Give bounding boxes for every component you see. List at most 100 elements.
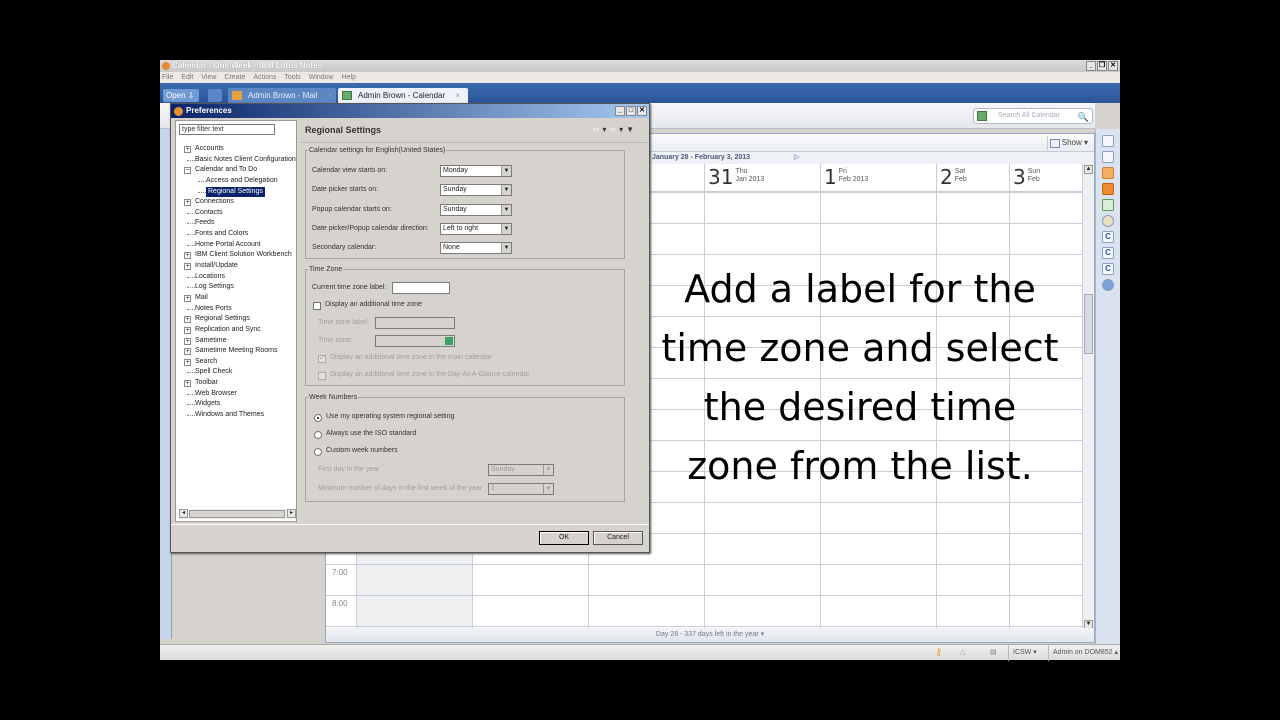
custom-week-radio[interactable]: [314, 448, 322, 456]
collapse-icon[interactable]: −: [184, 167, 191, 175]
view-menu-icon[interactable]: ▼: [626, 125, 637, 134]
chevron-down-icon[interactable]: ▼: [501, 185, 511, 195]
chevron-down-icon[interactable]: ▼: [501, 205, 511, 215]
date-picker-starts-select[interactable]: Sunday ▼: [440, 184, 512, 196]
menu-view[interactable]: View: [201, 72, 216, 83]
calendar-direction-select[interactable]: Left to right ▼: [440, 223, 512, 235]
disk-icon[interactable]: ▤: [990, 645, 997, 661]
calendar-footer[interactable]: Day 28 - 337 days left in the year ▾: [326, 628, 1094, 642]
chevron-down-icon[interactable]: ▼: [501, 224, 511, 234]
menu-window[interactable]: Window: [309, 72, 334, 83]
scroll-thumb[interactable]: [1084, 294, 1093, 354]
tree-item[interactable]: Locations: [176, 272, 297, 283]
tree-item[interactable]: Fonts and Colors: [176, 229, 297, 240]
tz-main-calendar-checkbox[interactable]: ✓: [318, 355, 326, 363]
expand-icon[interactable]: +: [184, 326, 191, 334]
sametime-icon[interactable]: [1102, 167, 1114, 179]
menu-edit[interactable]: Edit: [181, 72, 193, 83]
expand-icon[interactable]: +: [184, 380, 191, 388]
menu-help[interactable]: Help: [342, 72, 356, 83]
tree-item[interactable]: + IBM Client Solution Workbench: [176, 250, 297, 261]
location-selector[interactable]: ICSW ▾: [1008, 645, 1041, 661]
chevron-down-icon[interactable]: ▼: [543, 465, 553, 475]
expand-icon[interactable]: +: [184, 294, 191, 302]
page-icon[interactable]: [208, 89, 222, 102]
close-button[interactable]: ✕: [1108, 61, 1118, 71]
day-at-a-glance-icon[interactable]: [1102, 199, 1114, 211]
scroll-up-icon[interactable]: ▲: [1084, 165, 1093, 174]
expand-icon[interactable]: +: [184, 199, 191, 207]
tab-calendar[interactable]: Admin Brown - Calendar ×: [338, 88, 468, 103]
replication-icon[interactable]: △: [960, 645, 965, 661]
tree-item[interactable]: Notes Ports: [176, 304, 297, 315]
day-header[interactable]: 2 Sat Feb: [936, 164, 1009, 192]
maximize-button[interactable]: □: [626, 106, 636, 116]
connections-icon[interactable]: C: [1102, 247, 1114, 259]
tree-item[interactable]: Regional Settings: [176, 186, 297, 198]
filter-input[interactable]: type filter text: [179, 124, 275, 135]
feeds-icon[interactable]: [1102, 183, 1114, 195]
tree-item[interactable]: + Accounts: [176, 144, 297, 155]
tree-item[interactable]: + Mail: [176, 293, 297, 304]
expand-icon[interactable]: +: [184, 358, 191, 366]
tree-item[interactable]: + Sametime Meeting Rooms: [176, 346, 297, 357]
tree-item[interactable]: + Regional Settings: [176, 314, 297, 325]
tree-item[interactable]: Log Settings: [176, 282, 297, 293]
tree-item[interactable]: + Install/Update: [176, 261, 297, 272]
tree-item[interactable]: Widgets: [176, 399, 297, 410]
display-additional-tz-checkbox[interactable]: [313, 302, 321, 310]
tree-item[interactable]: + Connections: [176, 197, 297, 208]
calendar-scrollbar[interactable]: ▲ ▼: [1082, 164, 1094, 630]
tree-item[interactable]: Feeds: [176, 218, 297, 229]
close-tab-icon[interactable]: ×: [455, 91, 460, 100]
activities-icon[interactable]: [1102, 215, 1114, 227]
tree-item[interactable]: Spell Check: [176, 367, 297, 378]
secondary-calendar-select[interactable]: None ▼: [440, 242, 512, 254]
tree-item[interactable]: Contacts: [176, 208, 297, 219]
expand-icon[interactable]: +: [184, 263, 191, 271]
menu-actions[interactable]: Actions: [253, 72, 276, 83]
tree-item[interactable]: Home Portal Account: [176, 240, 297, 251]
page-navigation[interactable]: ⇦▾⇨▾▼: [593, 125, 637, 134]
key-icon[interactable]: ⚷: [935, 645, 942, 661]
chevron-down-icon[interactable]: ▼: [501, 166, 511, 176]
panel-icon[interactable]: [1102, 135, 1114, 147]
tree-item[interactable]: + Toolbar: [176, 378, 297, 389]
expand-icon[interactable]: +: [184, 316, 191, 324]
close-tab-icon[interactable]: ×: [328, 91, 333, 100]
calendar-view-starts-select[interactable]: Monday ▼: [440, 165, 512, 177]
minimize-button[interactable]: _: [615, 106, 625, 116]
popup-calendar-starts-select[interactable]: Sunday ▼: [440, 204, 512, 216]
tree-item[interactable]: − Calendar and To Do: [176, 165, 297, 176]
expand-icon[interactable]: +: [184, 252, 191, 260]
menu-file[interactable]: File: [162, 72, 173, 83]
close-button[interactable]: ✕: [637, 106, 647, 116]
tree-item[interactable]: Access and Delegation: [176, 176, 297, 187]
day-header[interactable]: 31 Thu Jan 2013: [704, 164, 820, 192]
globe-icon[interactable]: [1102, 279, 1114, 291]
tz-picker-icon[interactable]: [445, 337, 453, 345]
connections-icon[interactable]: C: [1102, 263, 1114, 275]
scroll-right-icon[interactable]: ▸: [287, 509, 296, 518]
expand-icon[interactable]: +: [184, 337, 191, 345]
tz-select[interactable]: [375, 335, 455, 347]
first-day-select[interactable]: Sunday ▼: [488, 464, 554, 476]
restore-button[interactable]: ❐: [1097, 61, 1107, 71]
tree-item[interactable]: + Replication and Sync: [176, 325, 297, 336]
expand-icon[interactable]: +: [184, 348, 191, 356]
cancel-button[interactable]: Cancel: [593, 531, 643, 545]
connections-icon[interactable]: C: [1102, 231, 1114, 243]
next-week-icon[interactable]: ▷: [794, 152, 799, 164]
day-header[interactable]: 3 Sun Feb: [1009, 164, 1083, 192]
tree-item[interactable]: Web Browser: [176, 389, 297, 400]
os-regional-radio[interactable]: [314, 414, 322, 422]
tz-label-input[interactable]: [375, 317, 455, 329]
current-time-zone-input[interactable]: [392, 282, 450, 294]
menu-create[interactable]: Create: [224, 72, 245, 83]
tz-daa-checkbox[interactable]: [318, 372, 326, 380]
tree-item[interactable]: Basic Notes Client Configuration: [176, 155, 297, 166]
chevron-down-icon[interactable]: ▼: [501, 243, 511, 253]
menu-tools[interactable]: Tools: [284, 72, 300, 83]
scroll-left-icon[interactable]: ◂: [179, 509, 188, 518]
show-button[interactable]: Show ▾: [1046, 136, 1092, 150]
